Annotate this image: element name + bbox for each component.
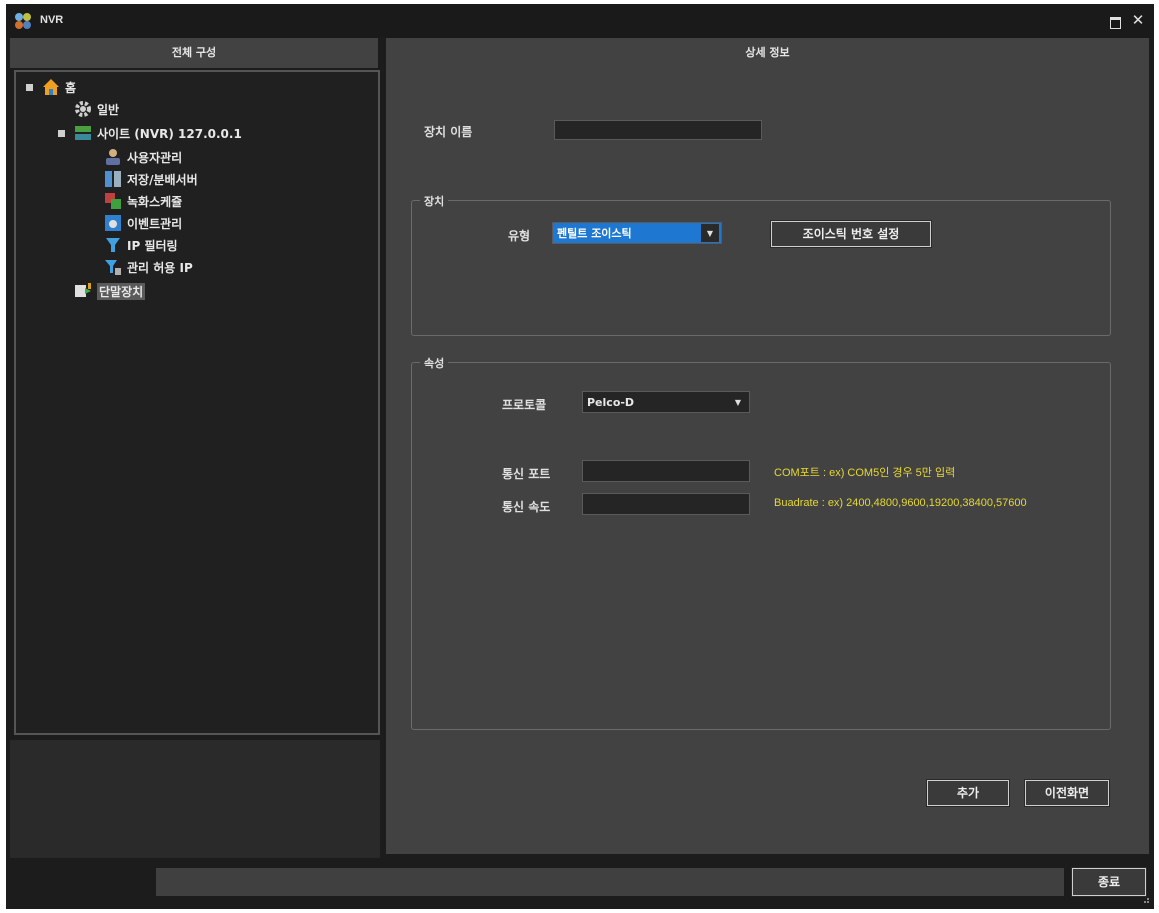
window-title: NVR (40, 14, 64, 26)
close-window-button[interactable]: ✕ (1130, 11, 1146, 29)
detail-panel: 장치 이름 장치 유형 펜틸트 조이스틱 ▼ 조이스틱 번호 설정 속성 프로토… (386, 68, 1149, 854)
detail-panel-header: 상세 정보 (386, 38, 1149, 68)
tree-panel-header: 전체 구성 (10, 38, 378, 68)
speed-hint: Buadrate : ex) 2400,4800,9600,19200,3840… (774, 497, 1027, 509)
tree-item-label: 사이트 (NVR) 127.0.0.1 (97, 126, 242, 141)
device-group-title: 장치 (420, 193, 449, 209)
protocol-select-value: Pelco-D (587, 395, 635, 409)
speed-label: 통신 속도 (502, 500, 551, 514)
filter-lock-icon (105, 260, 121, 275)
home-icon (43, 79, 59, 95)
device-name-input[interactable] (554, 120, 762, 140)
tree-item-terminal[interactable]: 단말장치 (74, 280, 146, 302)
status-bar (156, 868, 1064, 896)
tree-item-label: 저장/분배서버 (127, 172, 198, 187)
tree-item-label: 이벤트관리 (127, 216, 183, 231)
title-bar: NVR ✕ (6, 4, 1154, 38)
type-select-value: 펜틸트 조이스틱 (557, 227, 632, 240)
user-icon (106, 149, 120, 165)
properties-group-title: 속성 (420, 355, 449, 371)
previous-screen-button[interactable]: 이전화면 (1024, 779, 1110, 807)
tree-item-ip-filter[interactable]: IP 필터링 (104, 234, 178, 256)
properties-group-box: 속성 (411, 355, 1111, 730)
event-icon (105, 215, 121, 231)
tree-item-label: 관리 허용 IP (127, 260, 193, 275)
expand-home-toggle[interactable] (26, 84, 33, 91)
device-name-label: 장치 이름 (424, 125, 473, 139)
protocol-label: 프로토콜 (502, 398, 547, 412)
schedule-icon (105, 193, 121, 209)
terminal-device-icon (75, 283, 91, 297)
port-hint: COM포트 : ex) COM5인 경우 5만 입력 (774, 467, 956, 479)
type-select[interactable]: 펜틸트 조이스틱 ▼ (552, 222, 722, 244)
server-icon (75, 126, 91, 140)
chevron-down-icon[interactable]: ▼ (701, 224, 719, 242)
tree-item-home[interactable]: 홈 (42, 76, 76, 98)
maximize-button[interactable] (1108, 14, 1122, 29)
storage-icon (105, 171, 121, 187)
port-input[interactable] (582, 460, 750, 482)
tree-footer-area (10, 740, 380, 858)
tree-item-label: 홈 (65, 80, 77, 95)
port-label: 통신 포트 (502, 467, 551, 481)
device-group-box: 장치 (411, 193, 1111, 336)
filter-icon (106, 238, 120, 252)
gear-icon (75, 101, 91, 117)
exit-button[interactable]: 종료 (1071, 867, 1147, 897)
joystick-number-button[interactable]: 조이스틱 번호 설정 (770, 220, 932, 248)
type-label: 유형 (508, 229, 531, 243)
chevron-down-icon[interactable]: ▼ (729, 393, 747, 411)
tree-item-label: 단말장치 (97, 282, 146, 300)
tree-item-storage[interactable]: 저장/분배서버 (104, 168, 198, 190)
tree-item-label: IP 필터링 (127, 238, 178, 253)
tree-item-allowed-ip[interactable]: 관리 허용 IP (104, 256, 193, 278)
tree-item-label: 녹화스케쥴 (127, 194, 183, 209)
tree-item-rec-schedule[interactable]: 녹화스케쥴 (104, 190, 182, 212)
speed-input[interactable] (582, 493, 750, 515)
expand-site-toggle[interactable] (58, 130, 65, 137)
resize-grip-icon[interactable] (1140, 894, 1150, 904)
nvr-window: NVR ✕ 전체 구성 상세 정보 홈 일반 사이트 (NVR) 127.0.0… (6, 4, 1154, 909)
config-tree[interactable]: 홈 일반 사이트 (NVR) 127.0.0.1 사용자관리 저장/분배서버 녹… (14, 70, 380, 735)
add-button[interactable]: 추가 (926, 779, 1010, 807)
tree-item-label: 일반 (97, 102, 120, 117)
tree-item-site[interactable]: 사이트 (NVR) 127.0.0.1 (74, 122, 242, 144)
protocol-select[interactable]: Pelco-D ▼ (582, 391, 750, 413)
tree-item-user-mgmt[interactable]: 사용자관리 (104, 146, 182, 168)
tree-item-event-mgmt[interactable]: 이벤트관리 (104, 212, 182, 234)
tree-item-label: 사용자관리 (127, 150, 183, 165)
tree-item-general[interactable]: 일반 (74, 98, 119, 120)
app-logo-icon (15, 13, 31, 29)
